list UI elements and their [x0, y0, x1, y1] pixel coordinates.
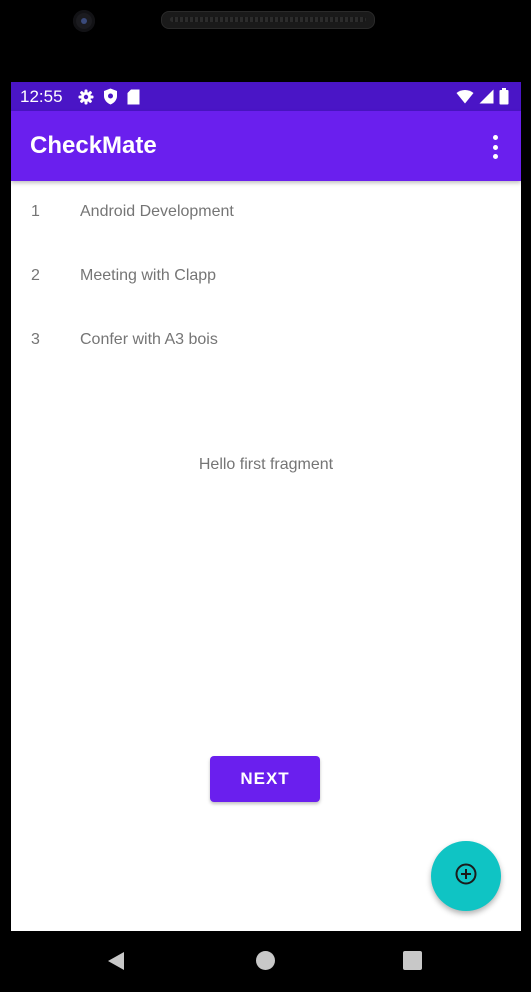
status-time: 12:55 [20, 86, 63, 106]
status-bar: 12:55 [11, 82, 521, 111]
earpiece-speaker [161, 11, 375, 29]
wifi-icon [456, 89, 474, 104]
app-title: CheckMate [30, 132, 157, 159]
app-screen: 12:55 CheckMate 1 Android Development 2 … [11, 82, 521, 931]
task-item[interactable]: 3 Confer with A3 bois [11, 309, 521, 373]
battery-icon [499, 88, 509, 105]
home-icon[interactable] [256, 951, 275, 970]
app-bar: CheckMate [11, 111, 521, 181]
signal-icon [479, 89, 494, 104]
shield-icon [103, 88, 118, 105]
task-number: 2 [31, 267, 40, 284]
gear-icon [78, 89, 94, 105]
fragment-text: Hello first fragment [198, 456, 334, 473]
task-number: 1 [31, 203, 40, 220]
next-button[interactable]: NEXT [210, 756, 320, 802]
task-number: 3 [31, 331, 40, 348]
task-item[interactable]: 2 Meeting with Clapp [11, 245, 521, 309]
recents-icon[interactable] [403, 951, 422, 970]
add-task-fab[interactable] [431, 841, 501, 911]
front-camera [73, 10, 95, 32]
task-list: 1 Android Development 2 Meeting with Cla… [11, 181, 521, 373]
task-title: Confer with A3 bois [80, 331, 218, 348]
sd-card-icon [127, 89, 140, 105]
back-icon[interactable] [107, 951, 125, 975]
task-title: Meeting with Clapp [80, 267, 217, 284]
add-circle-icon [454, 862, 478, 890]
more-vert-icon[interactable] [483, 133, 507, 161]
task-item[interactable]: 1 Android Development [11, 181, 521, 245]
system-nav-bar [0, 931, 531, 992]
task-title: Android Development [80, 203, 234, 220]
